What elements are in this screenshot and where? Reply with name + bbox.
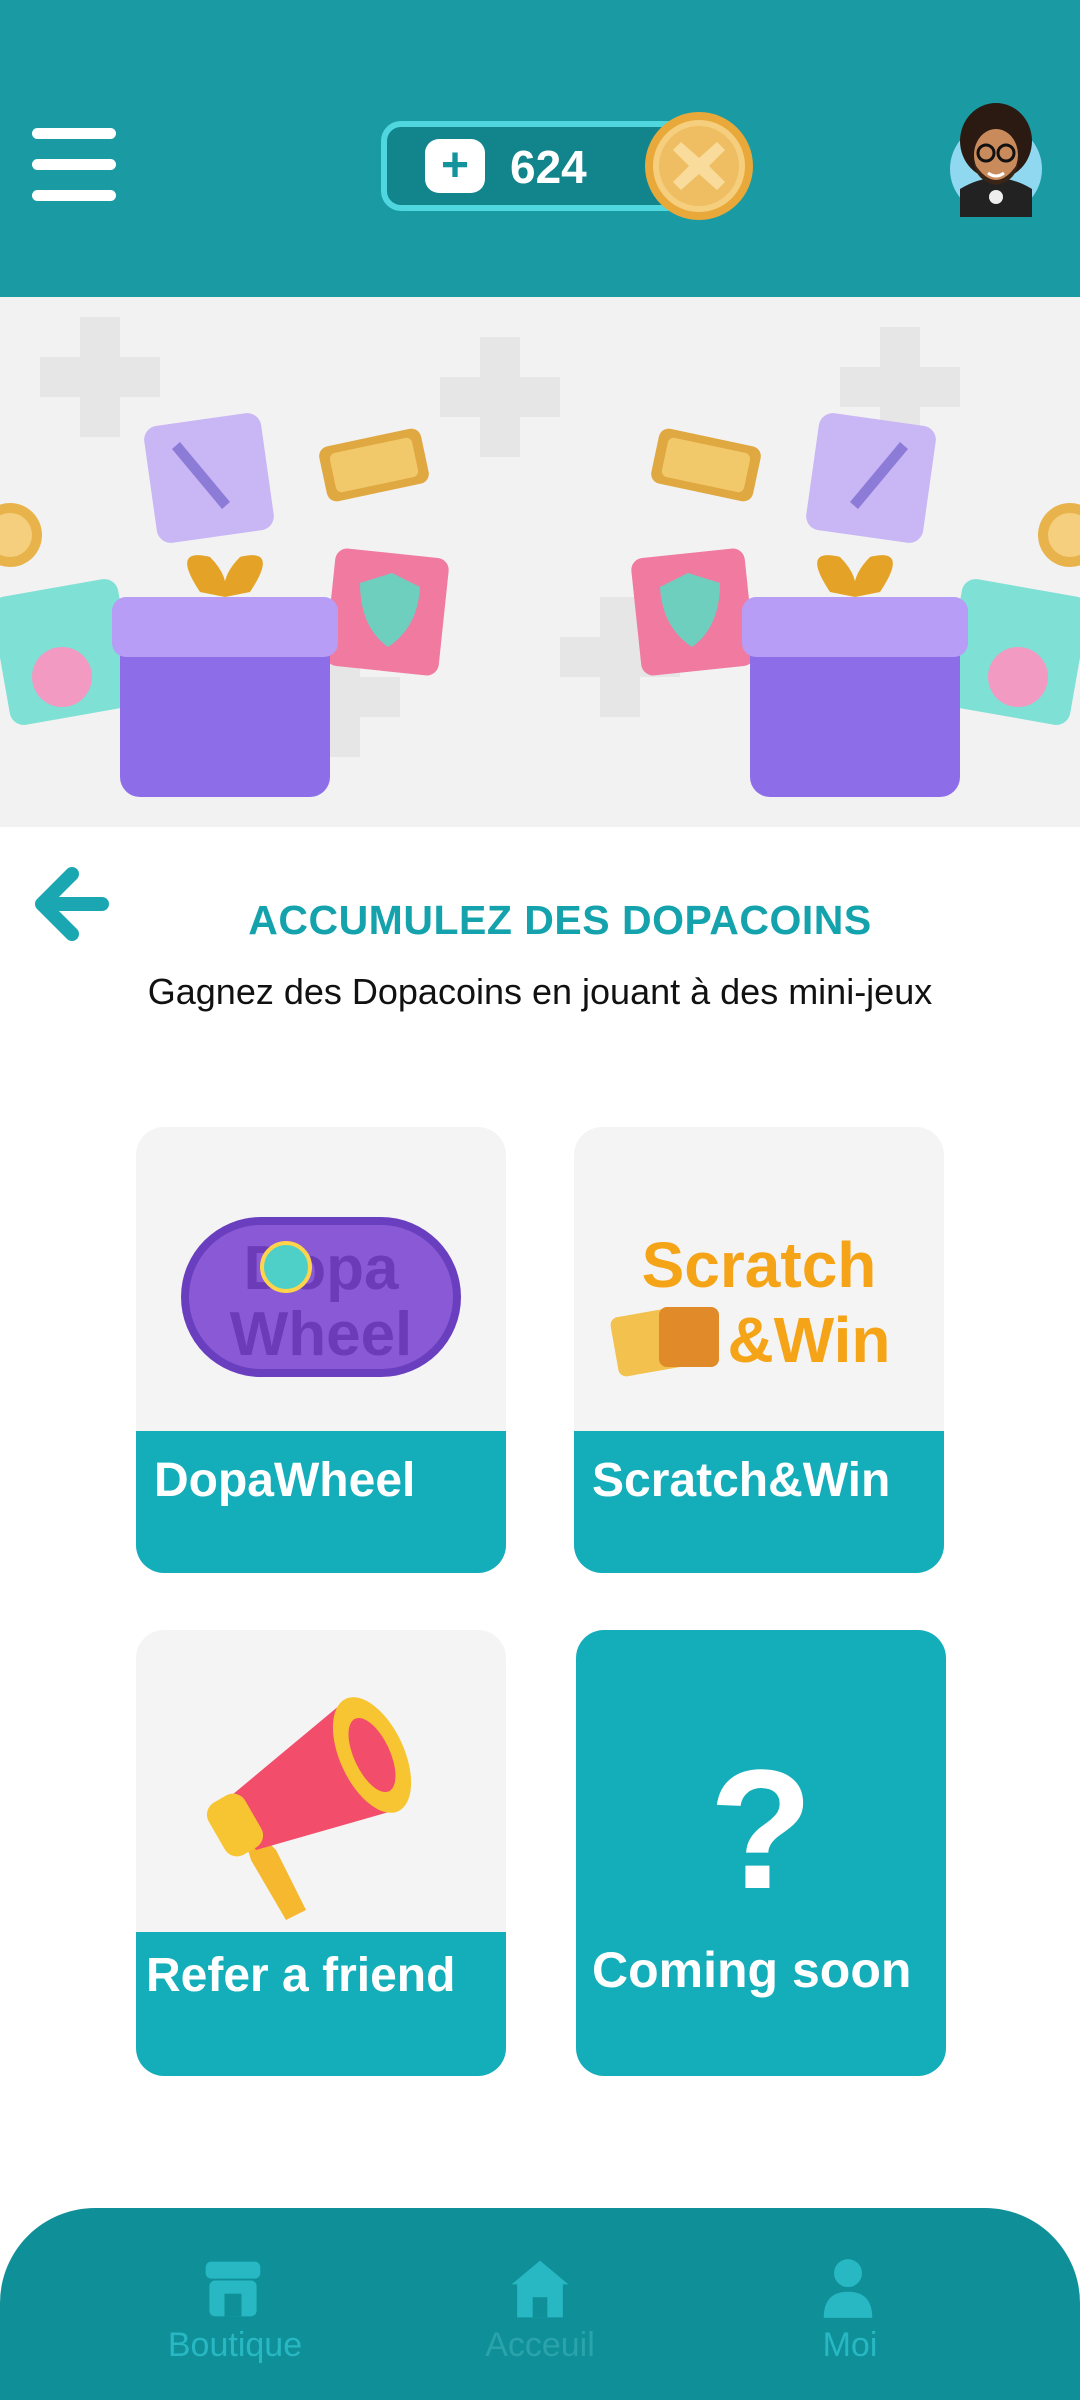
home-icon xyxy=(511,2260,569,2318)
nav-item-moi[interactable]: Moi xyxy=(760,2208,940,2400)
game-card-scratch-win[interactable]: Scratch &Win Scratch&Win xyxy=(574,1127,944,1573)
scratch-win-logo: Scratch &Win xyxy=(610,1229,891,1377)
megaphone-icon xyxy=(206,1697,412,1920)
game-title: DopaWheel xyxy=(154,1454,416,1507)
store-icon xyxy=(205,2261,261,2317)
rewards-banner-image xyxy=(0,297,1080,827)
menu-line xyxy=(32,159,116,170)
nav-item-boutique[interactable]: Boutique xyxy=(130,2208,340,2400)
game-title: Scratch&Win xyxy=(592,1454,891,1507)
game-card-refer-friend[interactable]: Refer a friend xyxy=(136,1630,506,2076)
game-title: Coming soon xyxy=(592,1942,912,1998)
hamburger-menu-icon[interactable] xyxy=(32,128,116,202)
coin-balance: 624 xyxy=(510,141,587,193)
nav-label: Moi xyxy=(822,2326,878,2364)
logo-line-1: Scratch xyxy=(642,1229,877,1301)
game-title: Refer a friend xyxy=(146,1949,456,2002)
question-mark-icon: ? xyxy=(709,1735,813,1925)
section-title: ACCUMULEZ DES DOPACOINS xyxy=(248,897,872,943)
nav-label: Acceuil xyxy=(485,2326,595,2364)
logo-line-2: Wheel xyxy=(230,1300,413,1369)
arrow-left-icon[interactable] xyxy=(32,864,112,944)
bottom-navigation: Boutique Acceuil Moi xyxy=(0,2208,1080,2400)
card-label-bar: Refer a friend xyxy=(136,1932,506,2076)
game-card-coming-soon[interactable]: ? Coming soon xyxy=(576,1630,946,2076)
dopawheel-logo: Dopa Wheel xyxy=(181,1217,461,1377)
user-avatar[interactable] xyxy=(946,97,1046,217)
menu-line xyxy=(32,128,116,139)
nav-label: Boutique xyxy=(167,2326,303,2364)
person-icon xyxy=(823,2259,873,2318)
logo-line-2: &Win xyxy=(728,1304,891,1376)
dopacoin-icon xyxy=(645,112,753,220)
nav-item-accueil[interactable]: Acceuil xyxy=(440,2208,640,2400)
top-app-bar: + 624 xyxy=(0,0,1080,297)
section-subtitle: Gagnez des Dopacoins en jouant à des min… xyxy=(147,971,933,1012)
menu-line xyxy=(32,190,116,201)
game-card-dopawheel[interactable]: Dopa Wheel DopaWheel xyxy=(136,1127,506,1573)
card-label-bar: DopaWheel xyxy=(136,1431,506,1573)
add-coins-button[interactable]: + xyxy=(425,139,485,193)
card-label-bar: Scratch&Win xyxy=(574,1431,944,1573)
